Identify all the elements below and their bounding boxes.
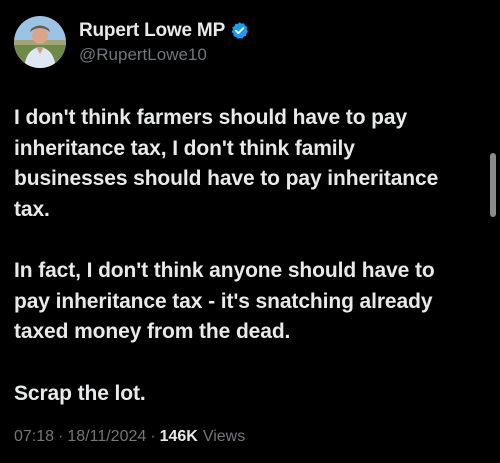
post-meta: 07:18 · 18/11/2024 · 146K Views [14, 428, 245, 446]
author-identity: Rupert Lowe MP @RupertLowe10 [79, 20, 249, 65]
post: Rupert Lowe MP @RupertLowe10 I don't thi… [0, 0, 500, 463]
post-header: Rupert Lowe MP @RupertLowe10 [14, 12, 249, 72]
post-paragraph-1: I don't think farmers should have to pay… [14, 106, 439, 221]
name-row: Rupert Lowe MP [79, 20, 249, 42]
post-paragraph-3: Scrap the lot. [14, 381, 146, 405]
author-handle[interactable]: @RupertLowe10 [79, 45, 249, 65]
scrollbar[interactable] [490, 153, 496, 217]
post-text: I don't think farmers should have to pay… [14, 103, 470, 409]
avatar[interactable] [14, 16, 66, 68]
meta-separator: · [150, 428, 156, 445]
meta-separator: · [58, 428, 64, 445]
post-paragraph-2: In fact, I don't think anyone should hav… [14, 259, 435, 343]
post-date[interactable]: 18/11/2024 [67, 428, 146, 446]
views-label: Views [202, 428, 246, 445]
post-time[interactable]: 07:18 [14, 428, 54, 446]
views-count: 146K [159, 428, 198, 445]
author-display-name[interactable]: Rupert Lowe MP [79, 20, 225, 42]
verified-badge-icon [230, 21, 249, 40]
